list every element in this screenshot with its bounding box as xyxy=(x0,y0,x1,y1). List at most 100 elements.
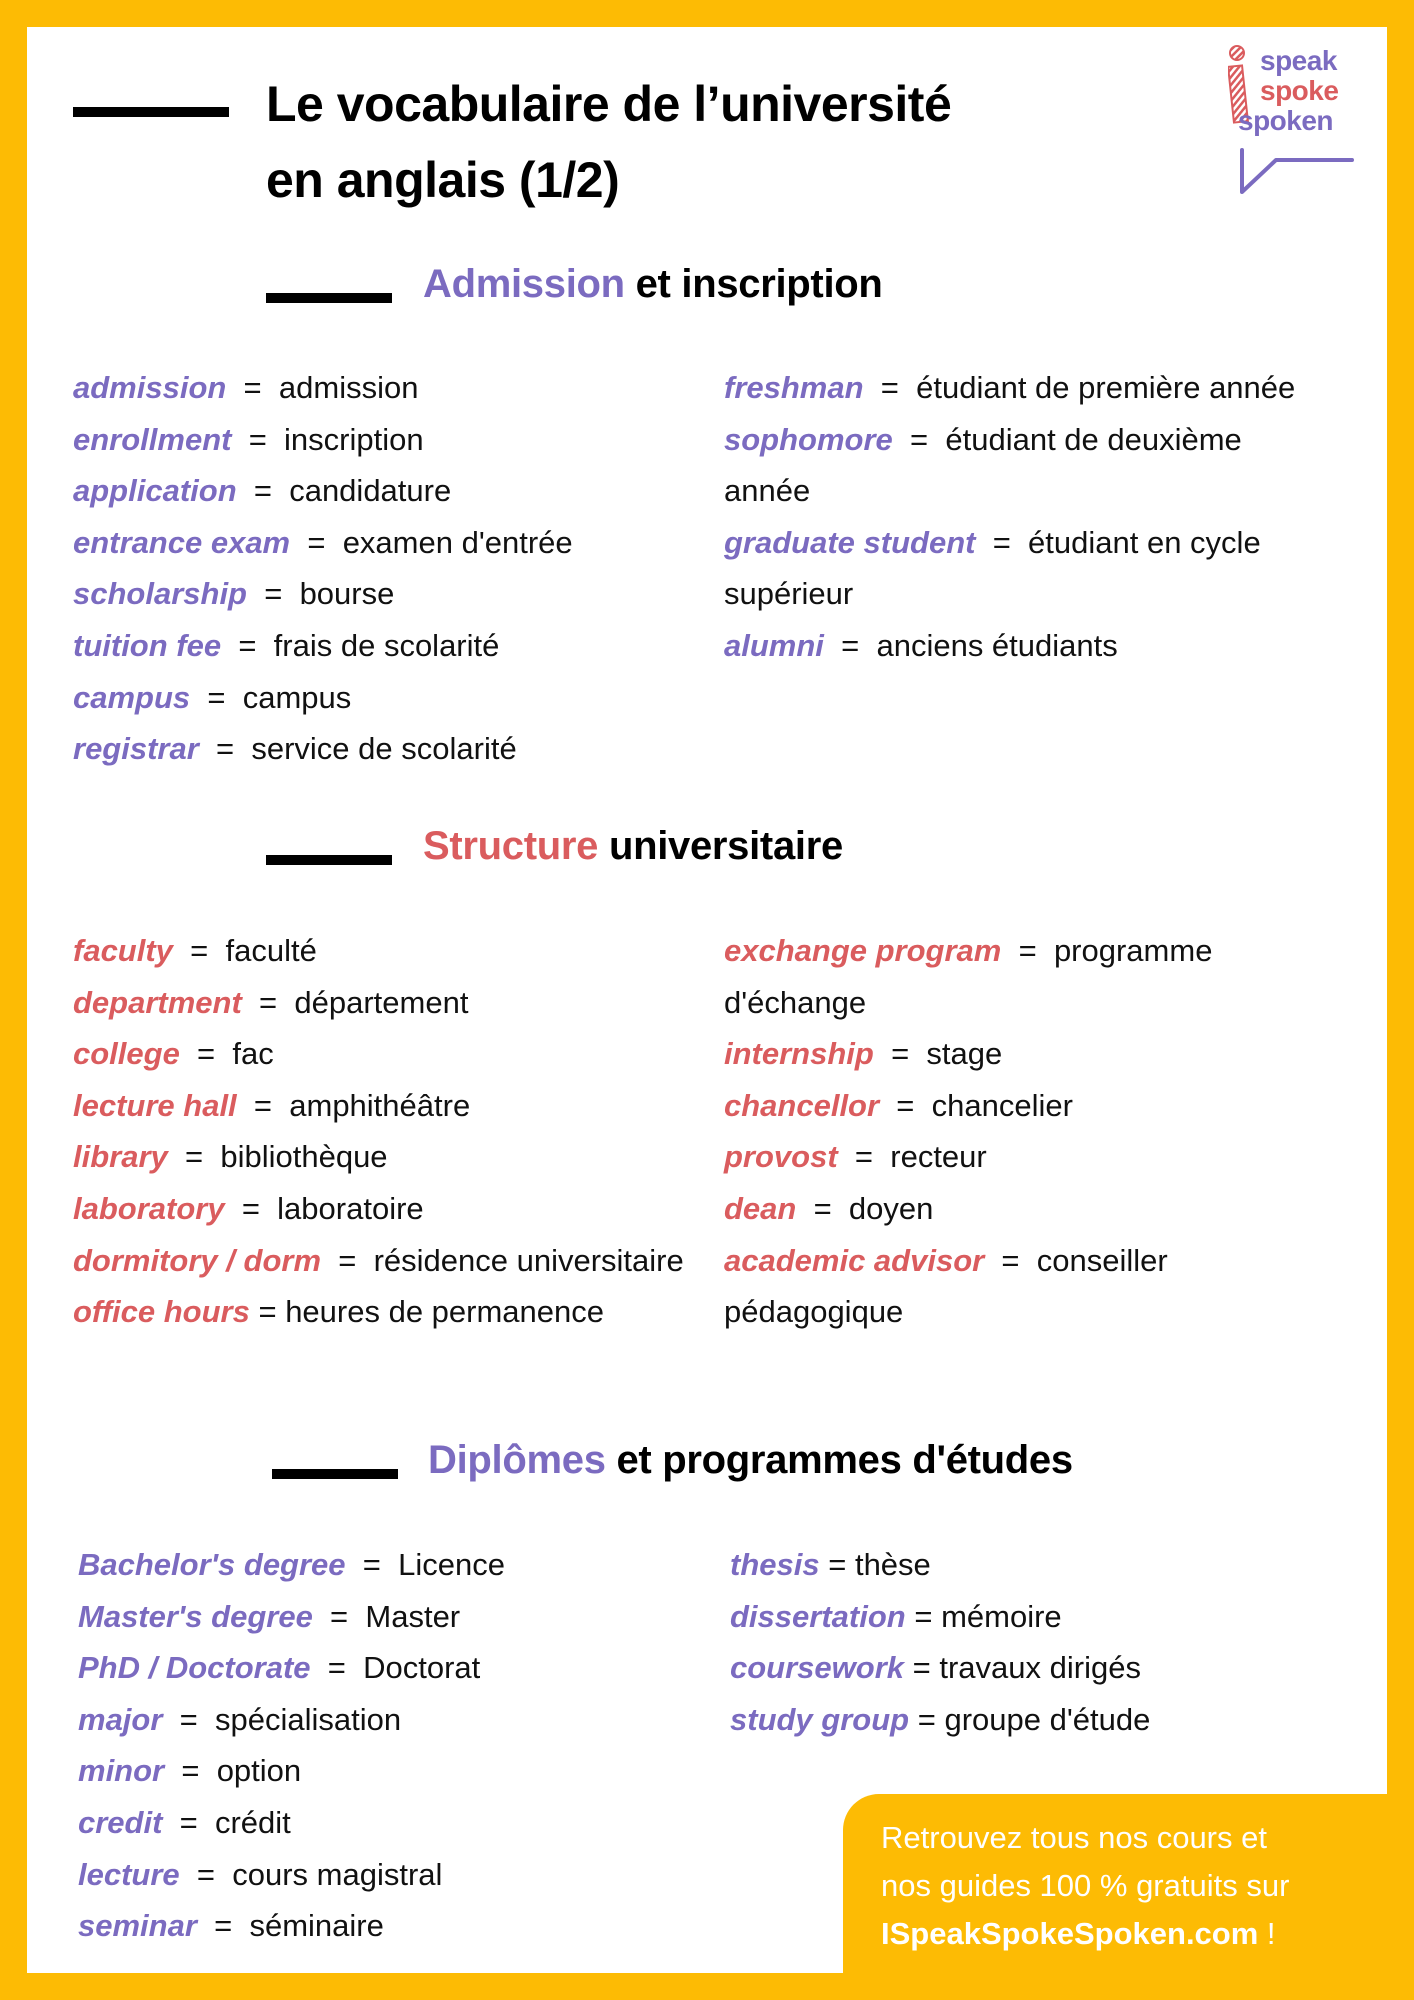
equals-sign: = xyxy=(345,1547,399,1582)
vocab-term: major xyxy=(78,1701,163,1737)
equals-sign: = xyxy=(819,1547,855,1582)
vocab-entry: thesis = thèse xyxy=(730,1539,1330,1591)
vocab-translation: Doctorat xyxy=(363,1650,481,1686)
logo-word-spoken: spoken xyxy=(1238,105,1334,136)
equals-sign: = xyxy=(236,1087,290,1123)
vocab-entry: minor = option xyxy=(78,1745,718,1797)
vocab-term: library xyxy=(73,1139,168,1175)
vocab-term: study group xyxy=(730,1701,910,1737)
vocab-term: exchange program xyxy=(724,933,1002,968)
equals-sign: = xyxy=(249,1294,286,1330)
vocab-term: tuition fee xyxy=(73,627,222,663)
vocab-translation: étudiant de première année xyxy=(916,370,1296,405)
equals-sign: = xyxy=(863,370,917,405)
vocab-translation: cours magistral xyxy=(232,1856,443,1892)
vocab-term: faculty xyxy=(73,933,173,968)
vocab-entry: office hours = heures de permanence xyxy=(73,1286,698,1338)
vocab-entry: department = département xyxy=(73,977,698,1029)
equals-sign: = xyxy=(321,1242,374,1278)
vocab-translation: crédit xyxy=(214,1804,291,1840)
vocab-entry: dissertation = mémoire xyxy=(730,1591,1330,1643)
equals-sign: = xyxy=(247,576,300,612)
vocab-term: freshman xyxy=(724,370,864,405)
equals-sign: = xyxy=(975,524,1029,560)
vocab-entry: exchange program = programme d'échange xyxy=(724,925,1314,1028)
vocab-translation: fac xyxy=(232,1036,274,1072)
promo-text: Retrouvez tous nos cours et nos guides 1… xyxy=(881,1814,1289,1958)
section-title-rest: universitaire xyxy=(598,824,843,868)
vocab-entry: application = candidature xyxy=(73,465,713,517)
diplomes-left-column: Bachelor's degree = Licence Master's degr… xyxy=(78,1539,718,1952)
vocab-translation: laboratoire xyxy=(277,1190,424,1226)
vocab-translation: thèse xyxy=(854,1547,931,1582)
vocab-entry: tuition fee = frais de scolarité xyxy=(73,620,713,672)
vocab-translation: option xyxy=(216,1753,302,1789)
vocab-entry: enrollment = inscription xyxy=(73,414,713,466)
vocab-term: lecture xyxy=(78,1856,180,1892)
equals-sign: = xyxy=(231,421,285,457)
equals-sign: = xyxy=(837,1139,891,1175)
vocab-term: college xyxy=(73,1036,180,1072)
vocab-translation: bourse xyxy=(299,576,395,612)
vocab-translation: groupe d'étude xyxy=(944,1701,1151,1737)
promo-website-link[interactable]: ISpeakSpokeSpoken.com xyxy=(881,1916,1258,1951)
section-title-diplomes: Diplômes et programmes d'études xyxy=(428,1438,1073,1483)
logo: speak spoke spoken xyxy=(1228,44,1358,204)
section-title-highlight: Diplômes xyxy=(428,1438,606,1482)
equals-sign: = xyxy=(873,1036,927,1072)
vocab-translation: faculté xyxy=(225,933,317,968)
vocab-term: entrance exam xyxy=(73,524,291,560)
vocab-entry: PhD / Doctorate = Doctorat xyxy=(78,1642,718,1694)
vocab-term: lecture hall xyxy=(73,1087,237,1123)
vocab-entry: dormitory / dorm = résidence universitai… xyxy=(73,1235,698,1287)
vocab-translation: candidature xyxy=(289,473,452,509)
section-title-admission: Admission et inscription xyxy=(423,262,883,307)
speech-bubble-tail-icon xyxy=(1240,148,1354,194)
vocab-term: dean xyxy=(724,1190,797,1226)
section-dash-structure xyxy=(266,855,392,865)
equals-sign: = xyxy=(892,421,946,457)
vocab-entry: sophomore = étudiant de deuxième année xyxy=(724,414,1324,517)
equals-sign: = xyxy=(190,679,243,715)
structure-right-column: exchange program = programme d'échange in… xyxy=(724,925,1314,1338)
vocab-term: dissertation xyxy=(730,1598,906,1634)
vocab-entry: dean = doyen xyxy=(724,1183,1314,1235)
equals-sign: = xyxy=(198,731,252,767)
vocab-entry: internship = stage xyxy=(724,1028,1314,1080)
vocab-term: department xyxy=(73,984,242,1020)
vocab-term: alumni xyxy=(724,627,824,663)
vocab-entry: academic advisor = conseiller pédagogiqu… xyxy=(724,1235,1314,1338)
vocab-translation: anciens étudiants xyxy=(876,627,1118,663)
vocab-translation: recteur xyxy=(890,1139,987,1175)
equals-sign: = xyxy=(905,1598,942,1634)
equals-sign: = xyxy=(221,627,274,663)
vocab-translation: inscription xyxy=(284,421,424,457)
vocab-term: registrar xyxy=(73,731,199,767)
vocab-term: admission xyxy=(73,370,227,405)
vocab-term: academic advisor xyxy=(724,1242,985,1278)
vocab-translation: stage xyxy=(926,1036,1003,1072)
vocab-term: campus xyxy=(73,679,191,715)
vocab-term: application xyxy=(73,473,237,509)
equals-sign: = xyxy=(162,1701,215,1737)
equals-sign: = xyxy=(164,1753,217,1789)
equals-sign: = xyxy=(312,1598,366,1634)
vocab-term: graduate student xyxy=(724,524,976,560)
page-title-line1: Le vocabulaire de l’université xyxy=(266,76,952,132)
vocab-entry: registrar = service de scolarité xyxy=(73,723,713,775)
equals-sign: = xyxy=(162,1804,215,1840)
vocab-term: Bachelor's degree xyxy=(78,1547,346,1582)
vocab-translation: examen d'entrée xyxy=(342,524,573,560)
vocab-entry: freshman = étudiant de première année xyxy=(724,362,1324,414)
vocab-entry: alumni = anciens étudiants xyxy=(724,620,1324,672)
admission-left-column: admission = admission enrollment = inscri… xyxy=(73,362,713,775)
vocab-translation: travaux dirigés xyxy=(939,1650,1141,1686)
vocab-entry: college = fac xyxy=(73,1028,698,1080)
section-dash-diplomes xyxy=(272,1469,398,1479)
vocab-translation: mémoire xyxy=(941,1598,1062,1634)
equals-sign: = xyxy=(241,984,295,1020)
promo-suffix: ! xyxy=(1258,1916,1276,1951)
vocab-entry: chancellor = chancelier xyxy=(724,1080,1314,1132)
vocab-translation: service de scolarité xyxy=(251,731,517,767)
vocab-translation: Licence xyxy=(398,1547,505,1582)
